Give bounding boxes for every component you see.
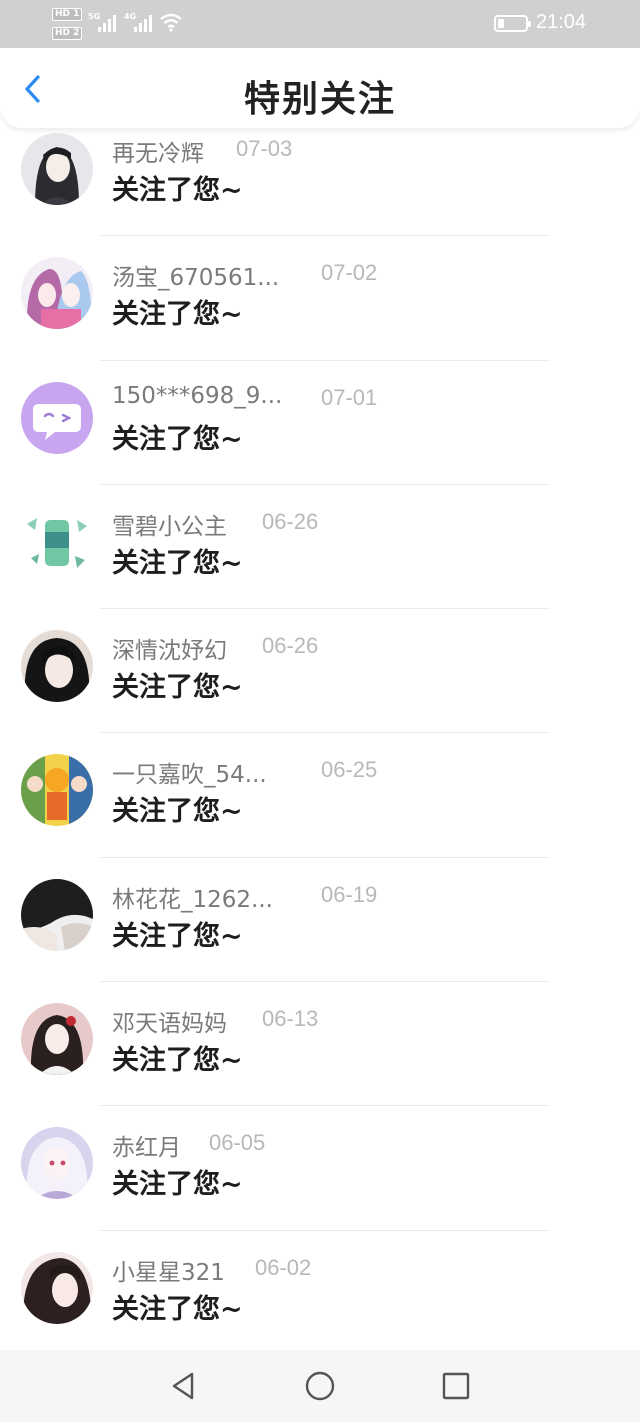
signal-icon-2 <box>134 14 152 32</box>
notification-date: 07-02 <box>321 260 378 286</box>
notification-text: 关注了您~ <box>112 1169 243 1201</box>
avatar[interactable] <box>21 1127 93 1200</box>
avatar[interactable] <box>21 630 93 703</box>
sim1-label: HD 1 <box>52 8 83 21</box>
user-name[interactable]: 雪碧小公主 <box>112 507 227 541</box>
avatar[interactable] <box>21 1251 93 1324</box>
notification-date: 06-26 <box>262 633 319 659</box>
status-bar: HD 1 HD 2 5G 4G 21:04 <box>0 0 640 48</box>
notification-text: 关注了您~ <box>112 423 243 455</box>
notification-text: 关注了您~ <box>112 672 243 704</box>
notification-text: 关注了您~ <box>112 1293 243 1325</box>
avatar[interactable] <box>21 878 93 951</box>
list-item[interactable]: 再无冷辉 07-03 关注了您~ <box>0 112 640 237</box>
list-item[interactable]: 赤红月 06-05 关注了您~ <box>0 1106 640 1231</box>
notification-list: 再无冷辉 07-03 关注了您~ 汤宝_670561... 07-02 关注了您… <box>0 128 640 1355</box>
list-item[interactable]: 深情沈妤幻 06-26 关注了您~ <box>0 609 640 734</box>
avatar[interactable] <box>21 257 93 330</box>
notification-date: 06-02 <box>255 1254 312 1280</box>
user-name[interactable]: 赤红月 <box>112 1128 181 1162</box>
square-recents-icon[interactable] <box>440 1370 472 1402</box>
page-title: 特别关注 <box>243 79 396 120</box>
signal-icon-1 <box>98 14 116 32</box>
system-nav-bar <box>0 1350 640 1422</box>
sim2-label: HD 2 <box>52 27 83 40</box>
page: HD 1 HD 2 5G 4G 21:04 特别关注 再无冷辉 07-03 关注… <box>0 0 640 1422</box>
notification-text: 关注了您~ <box>112 175 243 206</box>
wifi-icon <box>160 13 182 32</box>
notification-text: 关注了您~ <box>112 796 243 828</box>
notification-text: 关注了您~ <box>112 1045 243 1077</box>
notification-text: 关注了您~ <box>112 547 243 579</box>
user-name[interactable]: 150***698_9... <box>112 383 282 409</box>
circle-home-icon[interactable] <box>304 1370 336 1402</box>
avatar[interactable] <box>21 754 93 827</box>
battery-icon <box>494 15 531 32</box>
list-item[interactable]: 汤宝_670561... 07-02 关注了您~ <box>0 236 640 361</box>
list-item[interactable]: 小星星321 06-02 关注了您~ <box>0 1231 640 1355</box>
notification-date: 06-25 <box>321 757 378 783</box>
avatar[interactable] <box>21 381 93 454</box>
triangle-back-icon[interactable] <box>167 1370 199 1402</box>
list-item[interactable]: 雪碧小公主 06-26 关注了您~ <box>0 485 640 610</box>
notification-date: 06-13 <box>262 1006 319 1032</box>
list-item[interactable]: 一只嘉吹_54... 06-25 关注了您~ <box>0 733 640 858</box>
notification-date: 07-03 <box>236 136 293 161</box>
avatar[interactable] <box>21 133 93 205</box>
list-item[interactable]: 150***698_9... 07-01 关注了您~ <box>0 361 640 485</box>
user-name[interactable]: 再无冷辉 <box>112 134 204 168</box>
user-name[interactable]: 一只嘉吹_54... <box>112 755 267 789</box>
user-name[interactable]: 小星星321 <box>112 1253 225 1287</box>
notification-date: 06-19 <box>321 881 378 907</box>
notification-date: 06-26 <box>262 508 319 534</box>
notification-date: 07-01 <box>321 384 378 410</box>
user-name[interactable]: 汤宝_670561... <box>112 258 279 292</box>
status-time: 21:04 <box>536 11 587 33</box>
user-name[interactable]: 邓天语妈妈 <box>112 1004 227 1038</box>
avatar[interactable] <box>21 505 93 578</box>
user-name[interactable]: 林花花_1262... <box>112 880 273 914</box>
list-item[interactable]: 林花花_1262... 06-19 关注了您~ <box>0 858 640 983</box>
avatar[interactable] <box>21 1003 93 1076</box>
list-item[interactable]: 邓天语妈妈 06-13 关注了您~ <box>0 982 640 1107</box>
notification-date: 06-05 <box>209 1130 266 1156</box>
notification-text: 关注了您~ <box>112 920 243 952</box>
header: 特别关注 <box>0 48 640 128</box>
user-name[interactable]: 深情沈妤幻 <box>112 631 227 665</box>
notification-text: 关注了您~ <box>112 299 243 331</box>
